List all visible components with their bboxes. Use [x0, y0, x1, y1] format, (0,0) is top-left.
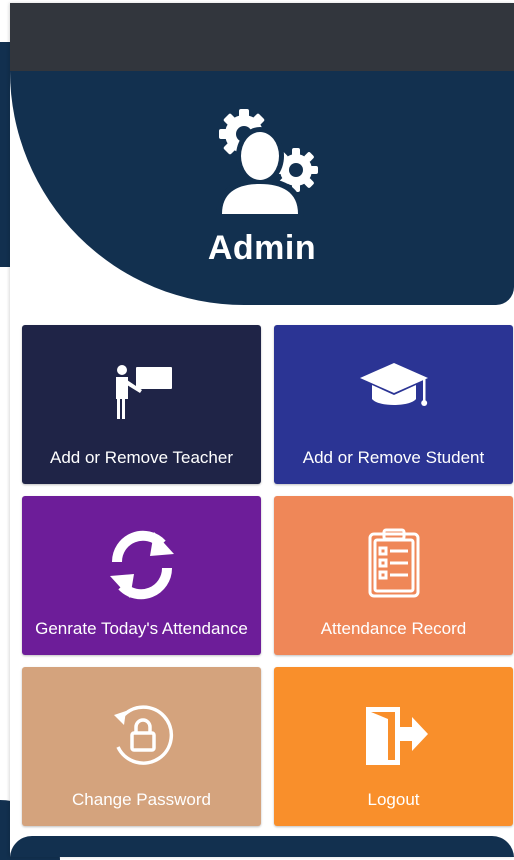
add-remove-student-button[interactable]: Add or Remove Student	[274, 325, 513, 484]
status-bar	[10, 3, 514, 71]
exit-door-icon	[365, 707, 428, 765]
tile-label: Genrate Today's Attendance	[35, 619, 248, 638]
teacher-board-icon	[115, 365, 172, 419]
logout-button[interactable]: Logout	[274, 667, 513, 826]
menu-grid: Add or Remove Teacher Add or Remove Stud…	[22, 325, 513, 826]
tile-label: Add or Remove Student	[302, 448, 485, 467]
lock-reset-icon	[113, 705, 173, 765]
tile-label: Add or Remove Teacher	[49, 448, 233, 467]
generate-attendance-button[interactable]: Genrate Today's Attendance	[22, 496, 261, 655]
change-password-button[interactable]: Change Password	[22, 667, 261, 826]
refresh-icon	[109, 530, 174, 600]
tile-label: Attendance Record	[320, 619, 467, 638]
admin-title: Admin	[207, 229, 317, 267]
clipboard-list-icon	[368, 528, 419, 598]
admin-settings-icon	[216, 109, 318, 218]
add-remove-teacher-button[interactable]: Add or Remove Teacher	[22, 325, 261, 484]
bottom-header-next	[10, 836, 514, 857]
app-screen: Admin Add or Remove Teacher Add or Remov…	[10, 3, 514, 857]
background-screen-header	[0, 42, 10, 267]
graduation-cap-icon	[359, 363, 428, 406]
tile-label: Logout	[367, 790, 420, 809]
attendance-record-button[interactable]: Attendance Record	[274, 496, 513, 655]
tile-label: Change Password	[72, 790, 211, 809]
